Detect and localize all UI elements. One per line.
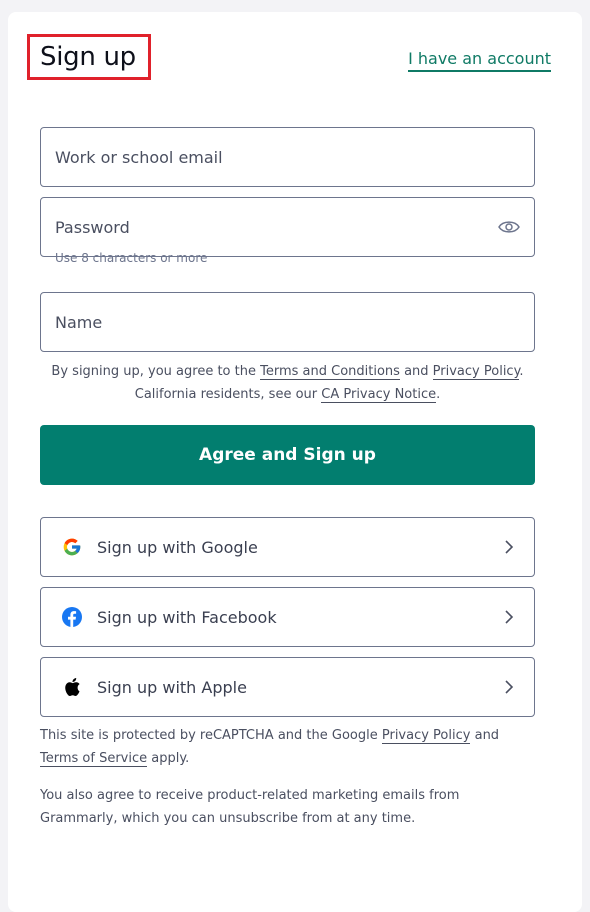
google-privacy-link[interactable]: Privacy Policy xyxy=(381,728,471,744)
name-placeholder: Name xyxy=(55,312,103,332)
google-signup-label: Sign up with Google xyxy=(97,537,258,557)
page-title: Sign up xyxy=(40,42,136,72)
chevron-right-icon xyxy=(504,539,514,555)
email-placeholder: Work or school email xyxy=(55,147,223,167)
name-field[interactable]: Name xyxy=(40,292,535,352)
terms-text: By signing up, you agree to the xyxy=(51,364,261,379)
recaptcha-notice: This site is protected by reCAPTCHA and … xyxy=(40,724,535,770)
eye-icon[interactable] xyxy=(498,219,520,235)
google-terms-link[interactable]: Terms of Service xyxy=(40,751,148,767)
privacy-link[interactable]: Privacy Policy xyxy=(432,364,520,380)
have-account-link[interactable]: I have an account xyxy=(408,49,551,72)
facebook-signup-button[interactable]: Sign up with Facebook xyxy=(40,587,535,647)
password-placeholder: Password xyxy=(55,217,130,237)
chevron-right-icon xyxy=(504,609,514,625)
terms-link[interactable]: Terms and Conditions xyxy=(260,364,400,380)
apple-icon xyxy=(61,676,83,698)
chevron-right-icon xyxy=(504,679,514,695)
facebook-icon xyxy=(61,606,83,628)
terms-text: . xyxy=(519,364,524,379)
recaptcha-text: and xyxy=(470,728,500,743)
terms-text: California residents, see our xyxy=(134,387,322,402)
terms-notice: By signing up, you agree to the Terms an… xyxy=(40,360,535,406)
recaptcha-text: This site is protected by reCAPTCHA and … xyxy=(40,728,382,743)
terms-text: and xyxy=(399,364,433,379)
password-field[interactable]: Password xyxy=(40,197,535,257)
recaptcha-text: apply. xyxy=(147,751,190,766)
google-signup-button[interactable]: Sign up with Google xyxy=(40,517,535,577)
apple-signup-label: Sign up with Apple xyxy=(97,677,247,697)
marketing-notice: You also agree to receive product-relate… xyxy=(40,788,460,826)
email-field[interactable]: Work or school email xyxy=(40,127,535,187)
ca-privacy-link[interactable]: CA Privacy Notice xyxy=(321,387,437,403)
apple-signup-button[interactable]: Sign up with Apple xyxy=(40,657,535,717)
password-hint: Use 8 characters or more xyxy=(55,251,208,265)
google-icon xyxy=(61,536,83,558)
facebook-signup-label: Sign up with Facebook xyxy=(97,607,277,627)
agree-signup-button[interactable]: Agree and Sign up xyxy=(40,425,535,485)
terms-text: . xyxy=(436,387,441,402)
